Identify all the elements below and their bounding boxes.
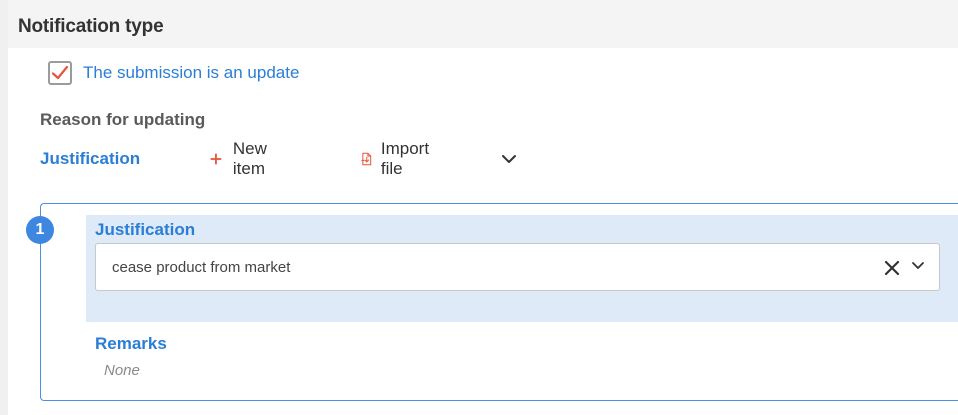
update-checkbox[interactable] (48, 61, 72, 85)
new-item-button[interactable]: New item (210, 139, 275, 178)
update-checkbox-label[interactable]: The submission is an update (83, 63, 299, 83)
justification-select-value: cease product from market (112, 259, 291, 276)
left-border (0, 0, 8, 415)
remarks-label: Remarks (95, 334, 167, 353)
reason-label: Reason for updating (40, 110, 206, 129)
clear-icon[interactable] (881, 257, 903, 279)
import-file-icon (361, 152, 372, 166)
import-file-button[interactable]: Import file (360, 139, 434, 178)
new-item-label[interactable]: New item (233, 139, 275, 179)
import-file-label[interactable]: Import file (381, 139, 434, 179)
justification-select[interactable]: cease product from market (95, 243, 940, 291)
checkmark-icon (51, 65, 69, 80)
plus-icon (210, 153, 222, 165)
update-checkbox-row[interactable]: The submission is an update (48, 60, 299, 86)
section-header: Notification type (8, 0, 958, 48)
toolbar-title: Justification (40, 149, 141, 168)
chevron-down-icon[interactable] (499, 149, 519, 169)
item-index-badge: 1 (26, 216, 54, 244)
chevron-down-icon[interactable] (908, 256, 928, 276)
remarks-value: None (104, 362, 140, 379)
justification-field-label: Justification (95, 220, 196, 239)
section-title: Notification type (18, 16, 164, 37)
